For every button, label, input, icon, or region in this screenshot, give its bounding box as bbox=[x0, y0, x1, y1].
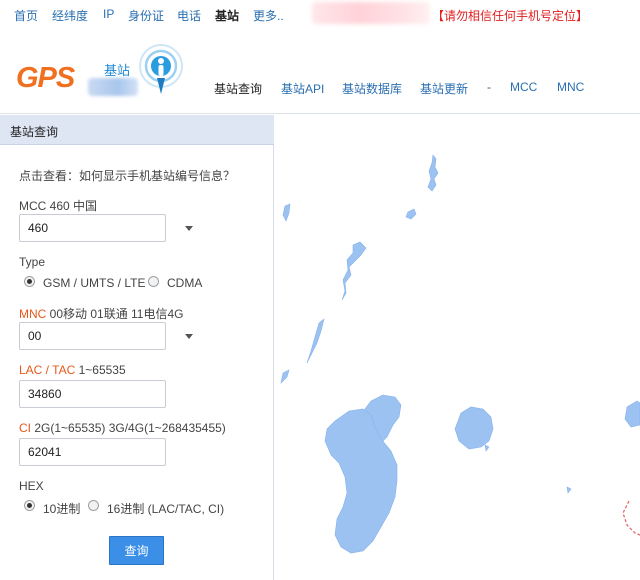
lake bbox=[427, 154, 439, 192]
lac-label: LAC / TAC 1~65535 bbox=[19, 363, 126, 377]
ci-label-highlight: CI bbox=[19, 421, 31, 435]
mcc-dropdown-icon[interactable] bbox=[185, 226, 193, 231]
nav-idcard-link[interactable]: 身份证 bbox=[128, 7, 164, 24]
nav-ip-link[interactable]: IP bbox=[103, 7, 114, 21]
panel-title: 基站查询 bbox=[10, 125, 59, 139]
nav-basestation-link[interactable]: 基站 bbox=[215, 7, 239, 24]
type-gsm-radio[interactable] bbox=[24, 276, 35, 287]
hex-decimal-label: 10进制 bbox=[43, 502, 81, 516]
map-canvas[interactable] bbox=[275, 115, 640, 580]
lac-label-hint: 1~65535 bbox=[75, 363, 126, 377]
blurred-banner bbox=[312, 2, 430, 24]
ci-label: CI 2G(1~65535) 3G/4G(1~268435455) bbox=[19, 421, 226, 435]
nav-home-link[interactable]: 首页 bbox=[14, 7, 38, 24]
nav-phone-link[interactable]: 电话 bbox=[177, 7, 201, 24]
type-gsm-label: GSM / UMTS / LTE bbox=[43, 276, 146, 290]
lac-label-highlight: LAC / TAC bbox=[19, 363, 76, 377]
ci-label-hint: 2G(1~65535) 3G/4G(1~268435455) bbox=[31, 421, 226, 435]
panel-header: 基站查询 bbox=[0, 115, 274, 145]
tab-mcc[interactable]: MCC bbox=[510, 80, 537, 94]
tab-basestation-query[interactable]: 基站查询 bbox=[214, 80, 262, 97]
tab-basestation-api[interactable]: 基站API bbox=[281, 80, 324, 97]
help-link[interactable]: 点击查看：如何显示手机基站编号信息？ bbox=[19, 167, 235, 184]
lake bbox=[280, 369, 290, 384]
type-cdma-label: CDMA bbox=[167, 276, 203, 290]
balkhash-lake bbox=[454, 406, 494, 450]
nav-latlng-link[interactable]: 经纬度 bbox=[52, 7, 88, 24]
ci-input[interactable] bbox=[19, 438, 166, 466]
lake bbox=[282, 203, 291, 222]
tab-basestation-database[interactable]: 基站数据库 bbox=[342, 80, 402, 97]
top-nav: 首页 经纬度 IP 身份证 电话 基站 更多.. 【请勿相信任何手机号定位】 bbox=[0, 0, 640, 28]
lac-input[interactable] bbox=[19, 380, 166, 408]
type-label: Type bbox=[19, 255, 46, 269]
query-panel: 基站查询 点击查看：如何显示手机基站编号信息？ MCC 460 中国 Type … bbox=[0, 115, 274, 580]
hex-decimal-radio[interactable] bbox=[24, 500, 35, 511]
mnc-label-hint: 00移动 01联通 11电信4G bbox=[46, 307, 184, 321]
mnc-input[interactable] bbox=[19, 322, 166, 350]
nav-more-link[interactable]: 更多.. bbox=[253, 7, 284, 24]
mnc-dropdown-icon[interactable] bbox=[185, 334, 193, 339]
hex-hexadecimal-label: 16进制 (LAC/TAC, CI) bbox=[107, 502, 225, 516]
mnc-label: MNC 00移动 01联通 11电信4G bbox=[19, 305, 184, 322]
river bbox=[341, 241, 367, 301]
lake bbox=[624, 400, 640, 428]
header-divider bbox=[0, 113, 640, 114]
mcc-input[interactable] bbox=[19, 214, 166, 242]
border-line bbox=[622, 500, 640, 536]
main-nav: 基站查询 基站API 基站数据库 基站更新 - MCC MNC bbox=[0, 80, 640, 100]
mnc-label-highlight: MNC bbox=[19, 307, 47, 321]
map-view[interactable] bbox=[275, 115, 640, 580]
hex-hexadecimal-radio[interactable] bbox=[88, 500, 99, 511]
tab-mnc[interactable]: MNC bbox=[557, 80, 584, 94]
lake bbox=[484, 444, 490, 452]
lake bbox=[405, 208, 417, 220]
warning-text: 【请勿相信任何手机号定位】 bbox=[432, 9, 589, 23]
query-button[interactable]: 查询 bbox=[109, 536, 164, 565]
hex-label: HEX bbox=[19, 479, 44, 493]
river bbox=[306, 318, 325, 364]
lake bbox=[566, 486, 572, 494]
logo-subtitle: 基站 bbox=[104, 63, 131, 78]
mcc-label: MCC 460 中国 bbox=[19, 199, 98, 213]
nav-separator: - bbox=[487, 80, 491, 94]
type-cdma-radio[interactable] bbox=[148, 276, 159, 287]
tab-basestation-update[interactable]: 基站更新 bbox=[420, 80, 468, 97]
